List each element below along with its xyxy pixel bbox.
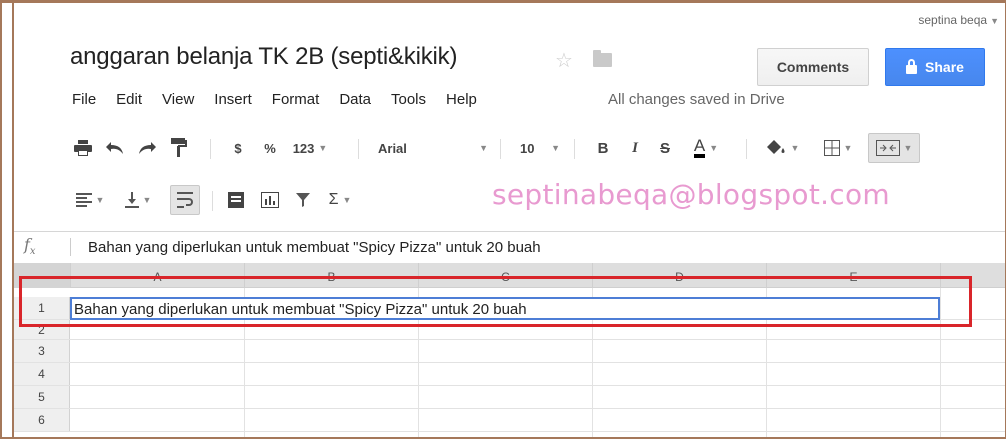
horizontal-align-dropdown[interactable]: ▼: [70, 185, 110, 215]
wrap-text-button[interactable]: [170, 185, 200, 215]
formula-bar-divider: [14, 231, 1005, 232]
chevron-down-icon: ▼: [709, 143, 719, 153]
fill-color-dropdown[interactable]: ▼: [758, 133, 806, 163]
chevron-down-icon: ▼: [479, 143, 488, 153]
formula-bar-separator: [70, 238, 71, 256]
number-format-dropdown[interactable]: 123 ▼: [284, 133, 336, 163]
text-color-dropdown[interactable]: A ▼: [682, 133, 730, 163]
insert-comment-icon[interactable]: [222, 185, 250, 215]
number-format-label: 123: [292, 140, 315, 156]
menu-format[interactable]: Format: [272, 91, 320, 111]
blog-watermark: septinabeqa@blogspot.com: [492, 178, 891, 211]
share-label: Share: [925, 59, 964, 75]
font-family-dropdown[interactable]: Arial ▼: [368, 133, 488, 163]
chevron-down-icon: ▼: [342, 195, 352, 205]
toolbar-separator: [574, 139, 575, 159]
chevron-down-icon: ▼: [990, 16, 999, 26]
share-button[interactable]: Share: [885, 48, 985, 86]
fx-icon: fx: [24, 235, 36, 258]
font-name-label: Arial: [378, 140, 407, 156]
sum-icon: Σ: [328, 191, 339, 208]
functions-dropdown[interactable]: Σ ▼: [320, 185, 360, 215]
align-left-icon: [75, 193, 92, 207]
percent-format-button[interactable]: %: [260, 133, 280, 163]
chevron-down-icon: ▼: [551, 143, 560, 153]
align-bottom-icon: [124, 192, 139, 208]
italic-button[interactable]: I: [624, 133, 646, 163]
comments-button[interactable]: Comments: [757, 48, 869, 86]
row-header[interactable]: 5: [14, 386, 70, 408]
toolbar-separator: [358, 139, 359, 159]
formula-input[interactable]: Bahan yang diperlukan untuk membuat "Spi…: [88, 239, 541, 256]
toolbar-row-1: $ % 123 ▼ Arial ▼ 10 ▼ B I S A ▼ ▼ ▼ ▼: [62, 133, 1002, 177]
merge-cells-icon: [875, 140, 900, 156]
chevron-down-icon: ▼: [318, 143, 328, 153]
borders-dropdown[interactable]: ▼: [814, 133, 862, 163]
menu-tools[interactable]: Tools: [391, 91, 426, 111]
toolbar-separator: [746, 139, 747, 159]
star-icon[interactable]: ☆: [555, 48, 573, 73]
chevron-down-icon: ▼: [142, 195, 152, 205]
user-name: septina beqa: [918, 13, 988, 27]
sheet-row[interactable]: 5: [14, 386, 1005, 409]
menu-help[interactable]: Help: [446, 91, 477, 111]
menu-edit[interactable]: Edit: [116, 91, 142, 111]
row-header[interactable]: 4: [14, 363, 70, 385]
menu-view[interactable]: View: [162, 91, 194, 111]
font-size-dropdown[interactable]: 10 ▼: [510, 133, 560, 163]
row-header[interactable]: 6: [14, 409, 70, 431]
bold-button[interactable]: B: [592, 133, 614, 163]
vertical-align-dropdown[interactable]: ▼: [118, 185, 158, 215]
chevron-down-icon: ▼: [95, 195, 105, 205]
paint-format-icon[interactable]: [166, 133, 192, 163]
toolbar-separator: [212, 191, 213, 211]
row-header[interactable]: 3: [14, 340, 70, 362]
toolbar-separator: [500, 139, 501, 159]
toolbar-separator: [210, 139, 211, 159]
redo-icon[interactable]: [134, 133, 160, 163]
chevron-down-icon: ▼: [903, 143, 913, 153]
insert-chart-icon[interactable]: [256, 185, 284, 215]
comments-label: Comments: [776, 59, 850, 75]
sheet-row[interactable]: 3: [14, 340, 1005, 363]
text-color-label: A: [693, 137, 706, 158]
save-status: All changes saved in Drive: [608, 91, 785, 108]
highlight-annotation: [19, 276, 972, 327]
menu-bar: File Edit View Insert Format Data Tools …: [72, 91, 497, 111]
lock-icon: [906, 58, 918, 74]
merge-cells-dropdown[interactable]: ▼: [868, 133, 920, 163]
menu-file[interactable]: File: [72, 91, 96, 111]
filter-icon[interactable]: [290, 185, 316, 215]
undo-icon[interactable]: [102, 133, 128, 163]
borders-icon: [823, 140, 840, 156]
paint-bucket-icon: [766, 140, 785, 154]
menu-insert[interactable]: Insert: [214, 91, 252, 111]
document-title[interactable]: anggaran belanja TK 2B (septi&kikik): [70, 43, 457, 71]
print-icon[interactable]: [70, 133, 96, 163]
chevron-down-icon: ▼: [843, 143, 853, 153]
app-window: septina beqa ▼ anggaran belanja TK 2B (se…: [0, 0, 1006, 439]
sheet-row[interactable]: 4: [14, 363, 1005, 386]
folder-icon[interactable]: [593, 50, 612, 67]
menu-data[interactable]: Data: [339, 91, 371, 111]
sheet-row[interactable]: 6: [14, 409, 1005, 432]
wrap-text-icon: [177, 192, 193, 208]
strikethrough-button[interactable]: S: [654, 133, 676, 163]
font-size-label: 10: [520, 140, 535, 156]
user-account-menu[interactable]: septina beqa ▼: [918, 13, 999, 27]
chevron-down-icon: ▼: [790, 143, 800, 153]
currency-format-button[interactable]: $: [228, 133, 248, 163]
